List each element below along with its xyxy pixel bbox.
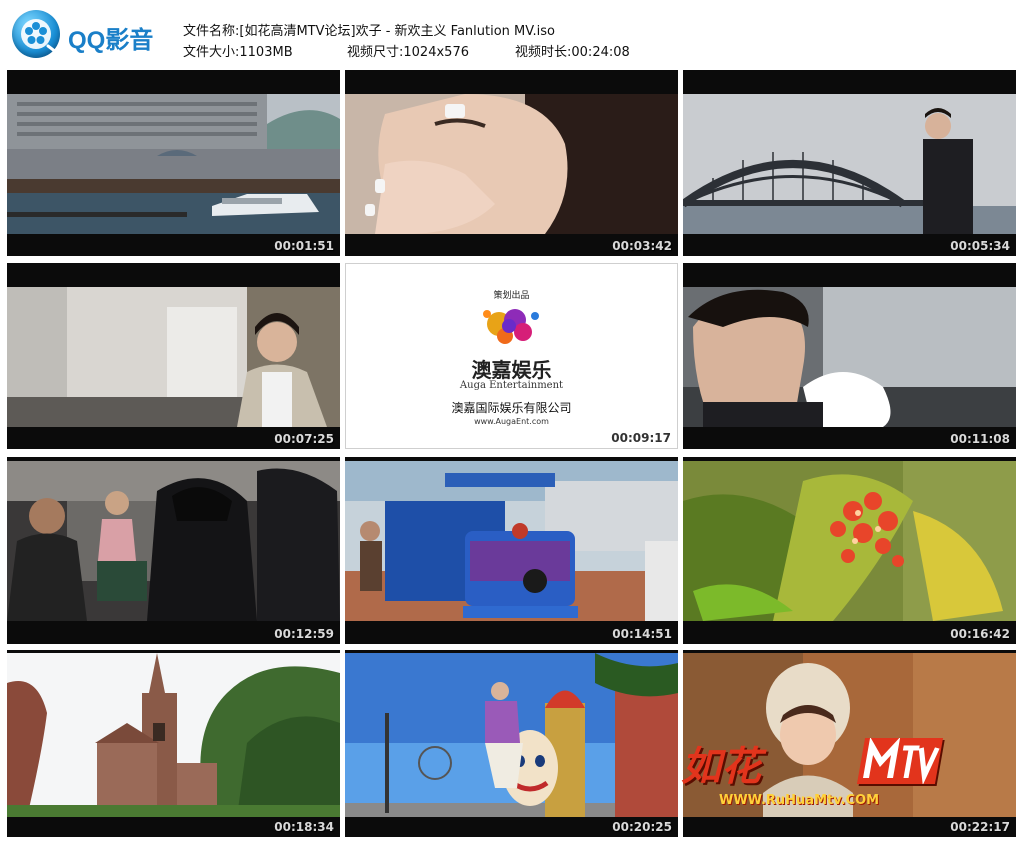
duration-label: 视频时长:	[515, 45, 572, 60]
thumbnail-image	[345, 653, 678, 817]
thumbnail-image	[7, 94, 340, 234]
film-reel-icon	[12, 10, 60, 58]
duration-value: 00:24:08	[571, 45, 630, 60]
thumbnail-10[interactable]: 00:18:34	[7, 650, 340, 837]
company-name-en: Auga Entertainment	[459, 380, 564, 391]
thumbnail-8[interactable]: 00:14:51	[345, 457, 678, 644]
timestamp: 00:01:51	[274, 239, 334, 253]
company-full-name: 澳嘉国际娱乐有限公司	[451, 401, 572, 415]
thumbnail-3[interactable]: 00:05:34	[683, 70, 1016, 256]
timestamp: 00:07:25	[274, 432, 334, 446]
timestamp: 00:22:17	[950, 820, 1010, 834]
file-size: 文件大小:1103MB	[183, 41, 293, 60]
thumbnail-image	[345, 461, 678, 621]
auga-logo-icon	[483, 309, 539, 344]
thumbnail-6[interactable]: 00:11:08	[683, 263, 1016, 449]
file-name-value: [如花高清MTV论坛]欢子 - 新欢主义 Fanlution MV.iso	[239, 24, 555, 39]
thumbnail-image	[7, 653, 340, 817]
timestamp: 00:11:08	[950, 432, 1010, 446]
file-name-label: 文件名称:	[183, 24, 240, 39]
company-name-cn: 澳嘉娱乐	[471, 358, 552, 382]
thumbnail-image	[7, 287, 340, 427]
timestamp: 00:16:42	[950, 627, 1010, 641]
file-name-row: 文件名称:[如花高清MTV论坛]欢子 - 新欢主义 Fanlution MV.i…	[183, 20, 555, 39]
company-url: www.AugaEnt.com	[474, 417, 549, 426]
thumbnail-image	[683, 287, 1016, 427]
timestamp: 00:14:51	[612, 627, 672, 641]
thumbnail-5[interactable]: 策划出品 澳嘉娱乐 Auga Entertainment 澳嘉国际娱乐有限公司 …	[345, 263, 678, 449]
video-size-value: 1024x576	[403, 45, 469, 60]
watermark-logo: 如花	[681, 744, 761, 790]
thumbnail-4[interactable]: 00:07:25	[7, 263, 340, 449]
timestamp: 00:20:25	[612, 820, 672, 834]
file-meta-row: 文件大小:1103MB 视频尺寸:1024x576 视频时长:00:24:08	[183, 41, 683, 60]
mtv-logo	[856, 737, 944, 786]
qq-player-logo: QQ影音	[12, 10, 172, 62]
thumbnail-1[interactable]: 00:01:51	[7, 70, 340, 256]
watermark-url: WWW.RuHuaMtv.COM	[719, 793, 880, 808]
video-size-label: 视频尺寸:	[347, 45, 404, 60]
logo-card-top-text: 策划出品	[493, 291, 530, 301]
thumbnail-2[interactable]: 00:03:42	[345, 70, 678, 256]
timestamp: 00:12:59	[274, 627, 334, 641]
timestamp: 00:05:34	[950, 239, 1010, 253]
auga-logo-card: 策划出品 澳嘉娱乐 Auga Entertainment 澳嘉国际娱乐有限公司 …	[346, 264, 677, 448]
thumbnail-11[interactable]: 00:20:25	[345, 650, 678, 837]
thumbnail-7[interactable]: 00:12:59	[7, 457, 340, 644]
header: QQ影音 文件名称:[如花高清MTV论坛]欢子 - 新欢主义 Fanlution…	[0, 0, 1024, 68]
video-size: 视频尺寸:1024x576	[347, 41, 469, 60]
file-size-label: 文件大小:	[183, 45, 240, 60]
thumbnail-image	[7, 461, 340, 621]
video-duration: 视频时长:00:24:08	[515, 41, 630, 60]
timestamp: 00:03:42	[612, 239, 672, 253]
logo-text: QQ影音	[68, 27, 154, 54]
thumbnail-image	[683, 94, 1016, 234]
timestamp: 00:09:17	[611, 431, 671, 445]
thumbnail-image	[345, 94, 678, 234]
mtv-logo-icon	[863, 737, 940, 786]
timestamp: 00:18:34	[274, 820, 334, 834]
file-size-value: 1103MB	[239, 45, 293, 60]
thumbnail-image	[683, 461, 1016, 621]
thumbnail-9[interactable]: 00:16:42	[683, 457, 1016, 644]
thumbnail-12[interactable]: 如花 WWW.RuHuaMtv.COM 00:22:17	[681, 650, 1016, 837]
